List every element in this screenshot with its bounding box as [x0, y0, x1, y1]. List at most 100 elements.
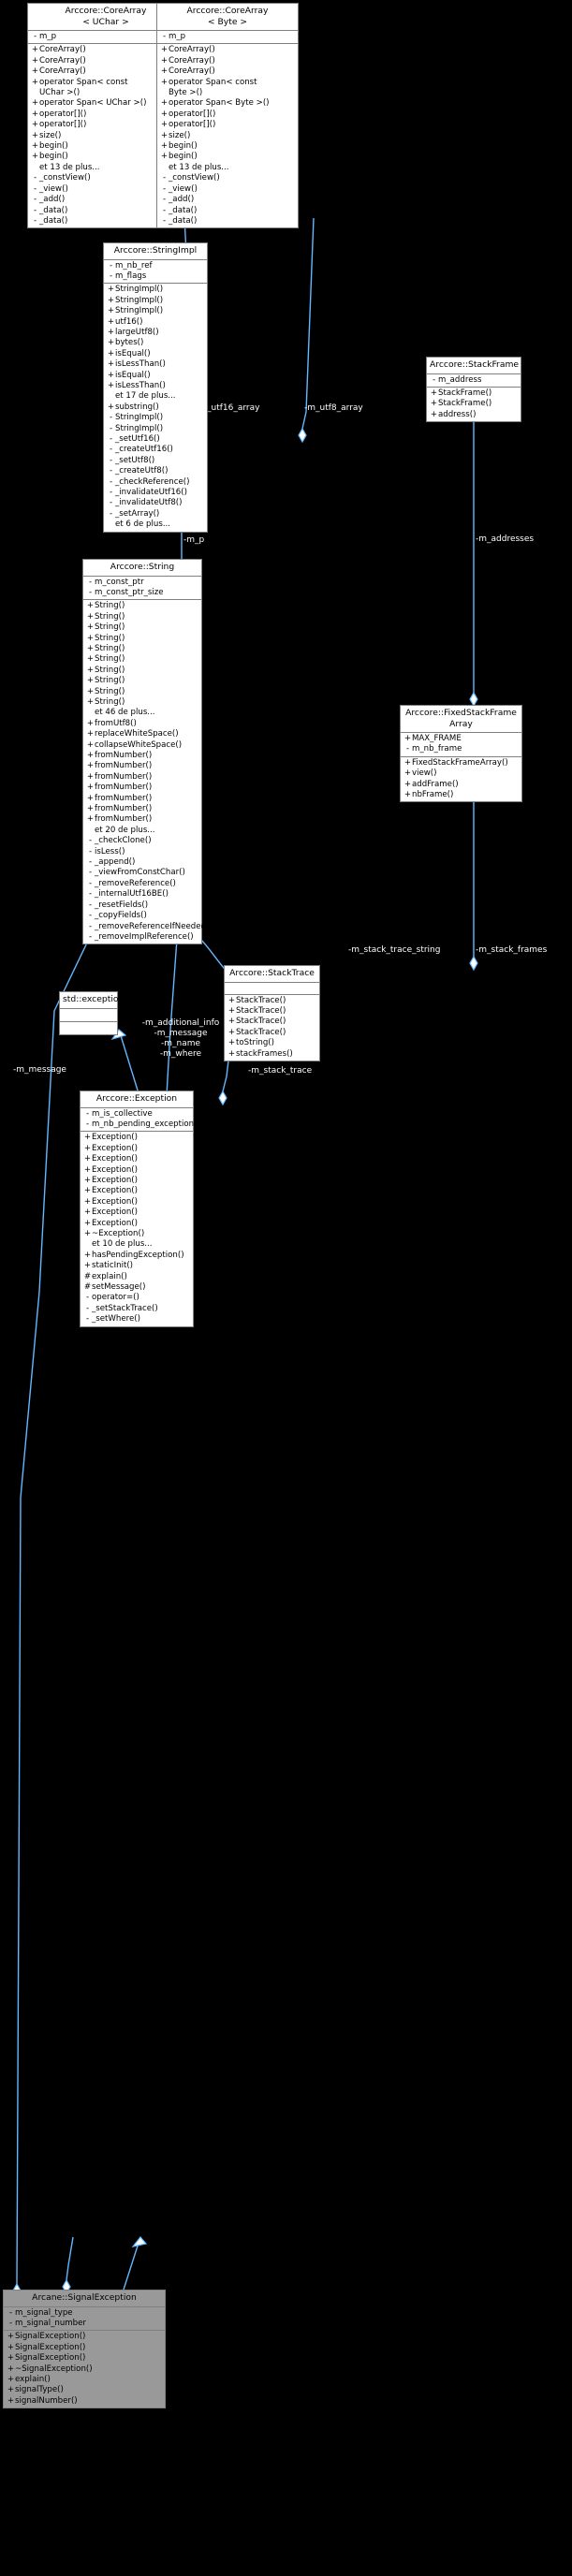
operations-compartment: + StackTrace() + StackTrace() + StackTrace(… [225, 995, 319, 1061]
operation-row: + String() [83, 601, 201, 611]
visibility-marker: - [162, 215, 167, 226]
member-name: SignalException() [15, 2342, 86, 2352]
visibility-marker: + [83, 1228, 92, 1238]
member-name: address() [438, 409, 477, 419]
member-name: et 6 de plus... [115, 520, 171, 530]
class-node-stacktrace[interactable]: Arccore::StackTrace + StackTrace() + Stack… [224, 965, 320, 1061]
operation-row: + ~SignalException() [4, 2364, 165, 2375]
operations-compartment [60, 1022, 117, 1034]
visibility-marker: + [107, 402, 115, 412]
operations-compartment: + StringImpl() + StringImpl() + StringImpl(… [104, 284, 207, 531]
operation-row: + size() [157, 131, 298, 141]
visibility-marker: + [107, 338, 115, 348]
visibility-marker: + [83, 1175, 92, 1185]
visibility-marker: + [31, 152, 39, 162]
diagram-canvas: Arccore::CoreArray < UChar > - m_p + CoreA… [0, 0, 572, 2576]
member-name: operator Span< Byte >() [169, 98, 270, 109]
operation-row: + String() [83, 654, 201, 665]
class-node-std-exception[interactable]: std::exception [59, 991, 124, 1035]
operation-row: - operator=() [81, 1293, 193, 1303]
class-node-fixedstackframearray[interactable]: Arccore::FixedStackFrame Array + MAX_FRAM… [400, 705, 522, 803]
visibility-marker: + [160, 152, 169, 162]
visibility-marker: + [7, 2342, 15, 2352]
visibility-marker: + [160, 77, 169, 87]
member-name: size() [39, 130, 62, 140]
visibility-marker: - [88, 857, 93, 868]
operation-row: - isLess() [83, 847, 201, 857]
operation-row: - _data() [157, 206, 298, 216]
member-name: operator Span< UChar >() [39, 98, 147, 109]
visibility-marker: - [109, 455, 113, 465]
member-name: SignalException() [15, 2332, 86, 2342]
operation-row: + begin() [157, 152, 298, 162]
more-members-row: et 13 de plus... [157, 163, 298, 173]
visibility-marker: + [86, 814, 95, 825]
visibility-marker: + [107, 327, 115, 337]
operation-row: + SignalException() [4, 2353, 165, 2364]
member-name: et 17 de plus... [115, 391, 176, 402]
operation-row: + Exception() [81, 1219, 193, 1229]
operation-row: - _add() [157, 195, 298, 205]
class-node-signalexception[interactable]: Arcane::SignalException - m_signal_type -… [3, 2290, 166, 2409]
operation-row: + StringImpl() [104, 306, 207, 316]
class-title: Arccore::CoreArray < Byte > [157, 4, 298, 31]
operation-row: + isEqual() [104, 349, 207, 359]
member-name: begin() [169, 141, 198, 152]
member-name: _add() [39, 195, 66, 205]
member-name: m_signal_number [15, 2318, 86, 2328]
visibility-marker: + [403, 768, 412, 779]
member-name: begin() [39, 152, 68, 162]
visibility-marker: + [86, 654, 95, 665]
attributes-compartment: - m_const_ptr - m_const_ptr_size [83, 577, 201, 601]
operation-row: + fromNumber() [83, 751, 201, 761]
visibility-marker: + [403, 757, 412, 768]
operation-row: + String() [83, 634, 201, 644]
class-node-stackframe[interactable]: Arccore::StackFrame - m_address + StackFra… [426, 357, 521, 423]
operation-row: + signalNumber() [4, 2396, 165, 2407]
member-name: fromNumber() [95, 793, 153, 803]
class-node-string[interactable]: Arccore::String - m_const_ptr - m_const_pt… [82, 559, 213, 945]
member-name: StackFrame() [438, 399, 492, 409]
operation-row: + StackFrame() [427, 388, 521, 399]
visibility-marker: - [88, 577, 93, 587]
operation-row: + isLessThan() [104, 381, 207, 391]
member-name: StringImpl() [115, 306, 164, 316]
member-name: StackTrace() [236, 1027, 286, 1037]
class-node-exception[interactable]: Arccore::Exception - m_is_collective - m_n… [80, 1090, 194, 1327]
member-name: _invalidateUtf8() [115, 498, 183, 508]
operation-row: + nbFrame() [401, 790, 521, 800]
visibility-marker: - [162, 183, 167, 194]
visibility-marker: + [83, 1196, 92, 1207]
member-name: operator Span< const UChar >() [39, 77, 128, 98]
member-name: String() [95, 633, 125, 643]
visibility-marker: + [83, 1218, 92, 1228]
edge-signal-assoc [66, 2236, 74, 2281]
visibility-marker: - [162, 195, 167, 205]
visibility-marker: + [83, 1186, 92, 1196]
member-name: _add() [169, 195, 195, 205]
operation-row: + isLessThan() [104, 359, 207, 370]
operation-row: + String() [83, 697, 201, 708]
member-name: m_nb_frame [412, 744, 462, 754]
visibility-marker: + [86, 643, 95, 653]
member-name: explain() [92, 1271, 127, 1281]
member-name: begin() [39, 141, 68, 152]
class-node-corearray-byte[interactable]: Arccore::CoreArray < Byte > - m_p + CoreAr… [156, 3, 299, 229]
member-name: fromNumber() [95, 751, 153, 760]
member-name: Exception() [92, 1196, 138, 1207]
operation-row: + StackFrame() [427, 399, 521, 409]
member-name: _checkClone() [95, 836, 152, 846]
operation-row: + StackTrace() [225, 996, 319, 1006]
member-name: largeUtf8() [115, 327, 159, 337]
class-node-stringimpl[interactable]: Arccore::StringImpl - m_nb_ref - m_flags +… [103, 242, 208, 533]
member-name: fromUtf8() [95, 718, 137, 728]
visibility-marker: - [109, 260, 113, 271]
member-name: _createUtf16() [115, 445, 173, 455]
member-name: _data() [39, 215, 68, 226]
member-name: isEqual() [115, 370, 151, 380]
member-name: String() [95, 643, 125, 653]
attributes-compartment [225, 983, 319, 995]
member-name: ~SignalException() [15, 2364, 93, 2374]
visibility-marker: + [31, 141, 39, 152]
visibility-marker: # [83, 1282, 92, 1292]
